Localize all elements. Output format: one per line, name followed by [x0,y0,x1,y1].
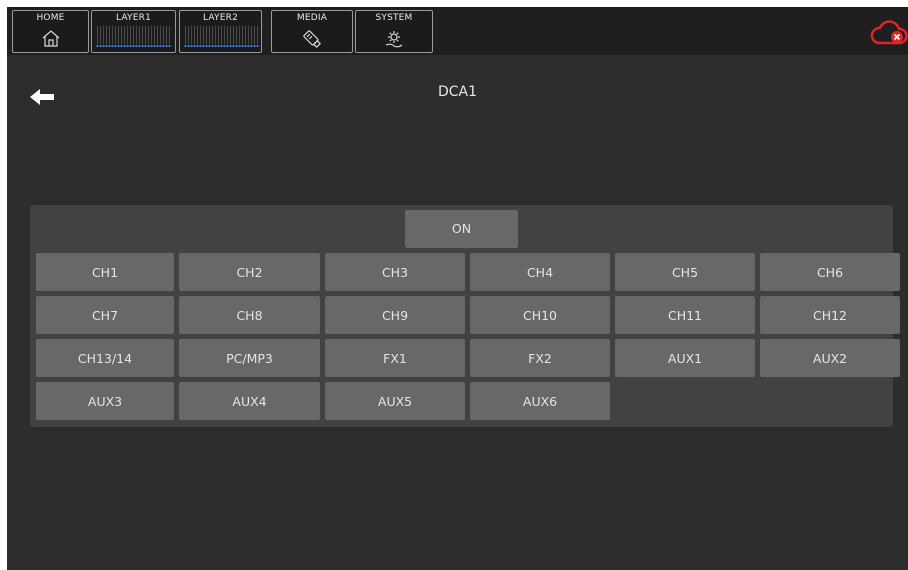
tab-system-label: SYSTEM [375,13,413,23]
channel-button[interactable]: AUX1 [615,339,755,377]
channel-button[interactable]: AUX6 [470,382,610,420]
tab-media[interactable]: MEDIA [271,10,353,53]
channel-button[interactable]: AUX2 [760,339,900,377]
channel-button[interactable]: AUX4 [179,382,320,420]
top-nav-bar: HOME LAYER1 LAYER2 MEDIA SYSTEM [7,7,908,55]
channel-button[interactable]: CH2 [179,253,320,291]
tab-system[interactable]: SYSTEM [355,10,433,53]
channel-button[interactable]: FX1 [325,339,465,377]
channel-button[interactable]: CH3 [325,253,465,291]
channel-button[interactable]: CH9 [325,296,465,334]
tab-layer2[interactable]: LAYER2 [179,10,262,53]
channel-button[interactable]: CH7 [36,296,174,334]
page-title: DCA1 [437,84,478,100]
gear-hand-icon [383,28,405,54]
channel-button[interactable]: CH13/14 [36,339,174,377]
app-screen: HOME LAYER1 LAYER2 MEDIA SYSTEM DCA1 ON … [7,7,908,570]
channel-button[interactable]: CH8 [179,296,320,334]
meter-bars-icon [96,25,171,49]
channel-button[interactable]: FX2 [470,339,610,377]
tab-home-label: HOME [36,13,65,23]
channel-button[interactable]: CH6 [760,253,900,291]
tab-home[interactable]: HOME [12,10,89,53]
dca-assign-panel: ON CH1 CH2 CH3 CH4 CH5 CH6 CH7 CH8 CH9 CH10 CH11 CH… [30,205,900,427]
channel-button[interactable]: CH1 [36,253,174,291]
channel-button[interactable]: CH10 [470,296,610,334]
channel-button[interactable]: CH5 [615,253,755,291]
channel-button[interactable]: CH4 [470,253,610,291]
channel-button[interactable]: PC/MP3 [179,339,320,377]
tab-layer1-label: LAYER1 [115,13,152,23]
meter-bars-icon [184,25,259,49]
tab-layer2-label: LAYER2 [202,13,239,23]
channel-button[interactable]: AUX5 [325,382,465,420]
channel-button[interactable]: CH12 [760,296,900,334]
channel-button[interactable]: AUX3 [36,382,174,420]
channel-grid: CH1 CH2 CH3 CH4 CH5 CH6 CH7 CH8 CH9 CH10 CH11 CH12 C… [36,253,900,421]
usb-drive-icon [301,28,323,54]
tab-layer1[interactable]: LAYER1 [91,10,176,53]
cloud-disconnected-icon[interactable] [870,19,908,51]
channel-button[interactable]: CH11 [615,296,755,334]
home-icon [41,28,61,52]
tab-media-label: MEDIA [296,13,328,23]
on-button[interactable]: ON [405,210,518,248]
